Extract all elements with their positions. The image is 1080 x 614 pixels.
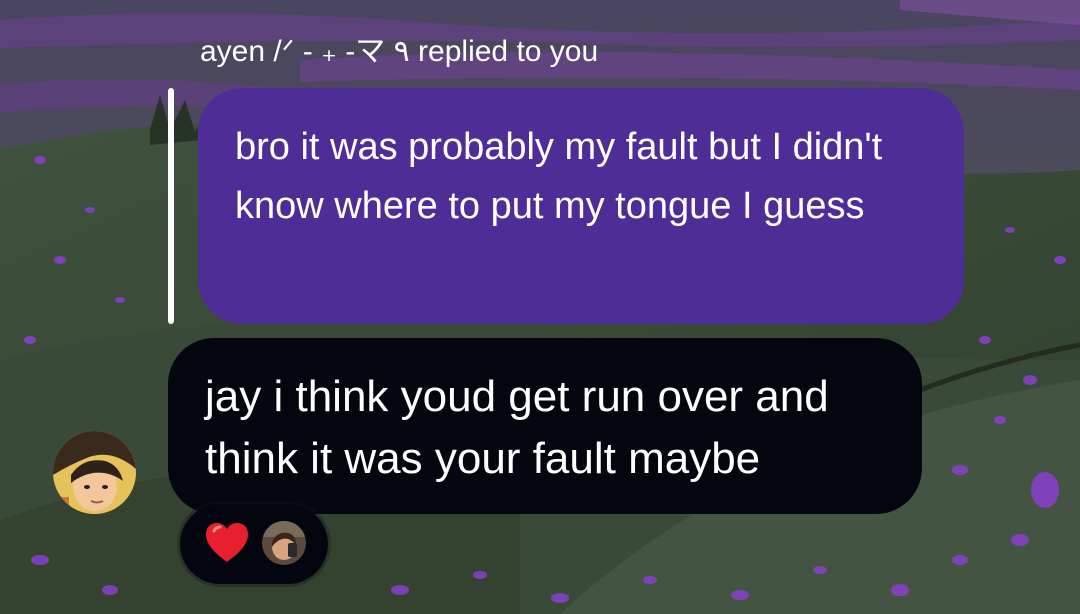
heart-icon	[202, 518, 252, 568]
reactor-avatar[interactable]	[262, 521, 306, 565]
reply-context-label: ayen /ᐟ - ₊ -マ ٩ replied to you	[200, 35, 599, 68]
reactions-pill[interactable]	[180, 504, 328, 584]
message-bubble[interactable]: jay i think youd get run over and think …	[168, 338, 922, 514]
message-text: jay i think youd get run over and think …	[205, 372, 829, 483]
sender-avatar[interactable]	[53, 431, 136, 514]
replied-message-text: bro it was probably my fault but I didn'…	[235, 126, 883, 227]
reply-indicator-bar	[168, 88, 174, 324]
replied-message-bubble[interactable]: bro it was probably my fault but I didn'…	[198, 88, 964, 324]
